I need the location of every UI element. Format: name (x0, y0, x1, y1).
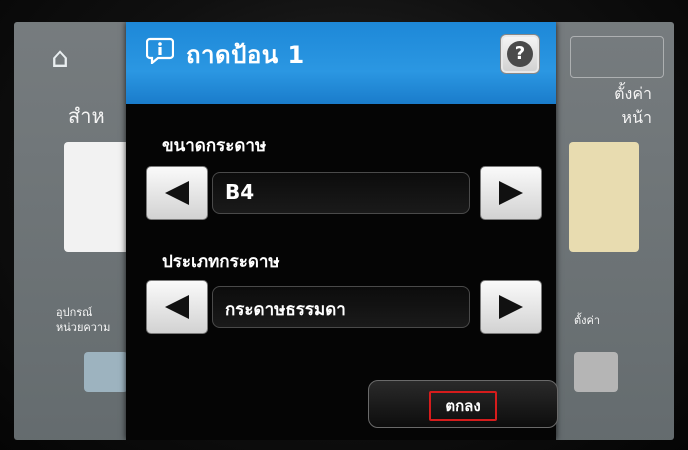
arrow-right-icon (499, 295, 523, 319)
background-right-title-1: ตั้งค่า (614, 84, 652, 103)
touch-screen: ⌂ สำห ตั้งค่า หน้า อุปกรณ์ หน่วยความ ตั้… (14, 22, 674, 440)
paper-size-label: ขนาดกระดาษ (162, 136, 267, 156)
help-button[interactable]: ? (500, 34, 540, 74)
tray-settings-dialog: ถาดป้อน 1 ? ขนาดกระดาษ B4 ประเภทกระดาษ ก… (126, 22, 558, 440)
paper-type-label: ประเภทกระดาษ (162, 252, 280, 272)
background-left-title: สำห (68, 104, 105, 128)
paper-type-field[interactable]: กระดาษธรรมดา (212, 286, 470, 328)
paper-size-previous-button[interactable] (146, 166, 208, 220)
home-icon: ⌂ (51, 41, 69, 74)
paper-type-next-button[interactable] (480, 280, 542, 334)
paper-size-value: B4 (225, 180, 255, 204)
arrow-right-icon (499, 181, 523, 205)
background-corner-button (570, 36, 664, 78)
dialog-title: ถาดป้อน 1 (186, 41, 305, 69)
ok-button-label: ตกลง (429, 391, 497, 421)
paper-type-value: กระดาษธรรมดา (225, 300, 346, 320)
memory-device-icon (84, 352, 128, 392)
background-left-small-2: หน่วยความ (56, 321, 111, 334)
background-left-small-1: อุปกรณ์ (56, 306, 93, 319)
paper-size-field[interactable]: B4 (212, 172, 470, 214)
info-icon (146, 37, 174, 64)
tools-icon (574, 352, 618, 392)
background-tile-right (569, 142, 639, 252)
background-right-small: ตั้งค่า (574, 314, 601, 327)
background-tile-left (64, 142, 134, 252)
paper-type-previous-button[interactable] (146, 280, 208, 334)
background-right-title-2: หน้า (621, 108, 652, 127)
dialog-header: ถาดป้อน 1 ? (126, 22, 556, 104)
help-icon: ? (507, 41, 533, 67)
arrow-left-icon (165, 295, 189, 319)
ok-button[interactable]: ตกลง (368, 380, 558, 428)
paper-size-next-button[interactable] (480, 166, 542, 220)
arrow-left-icon (165, 181, 189, 205)
